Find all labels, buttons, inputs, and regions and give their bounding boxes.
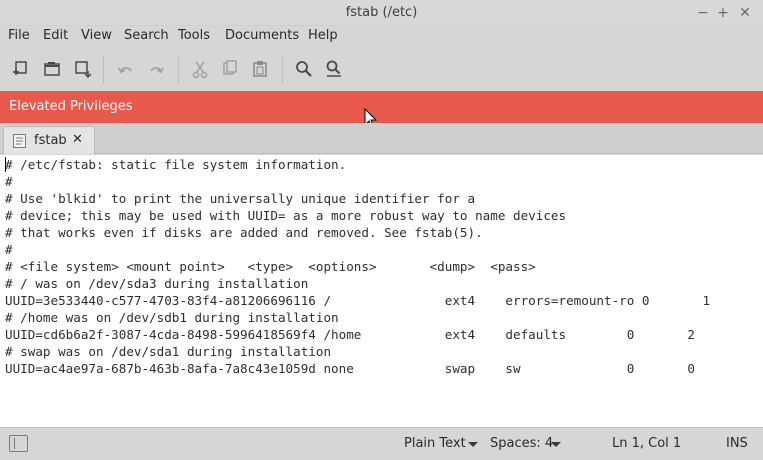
toolbar-separator (178, 56, 179, 84)
editor-line: UUID=cd6b6a2f-3087-4cda-8498-5996418569f… (5, 327, 695, 342)
text-editor[interactable]: # /etc/fstab: static file system informa… (0, 155, 763, 427)
tab-label: fstab (34, 133, 67, 148)
toolbar-separator (103, 56, 104, 84)
paste-icon[interactable] (249, 58, 271, 80)
menu-search[interactable]: Search (124, 28, 169, 43)
find-replace-icon[interactable] (323, 58, 345, 80)
toolbar-separator (282, 56, 283, 84)
title-bar: fstab (/etc) − + ✕ (0, 0, 763, 26)
cut-icon[interactable] (189, 58, 211, 80)
copy-icon[interactable] (219, 58, 241, 80)
menu-help[interactable]: Help (308, 28, 338, 43)
editor-line: # /etc/fstab: static file system informa… (5, 157, 347, 172)
tab-strip: fstab ✕ (0, 123, 763, 154)
menu-edit[interactable]: Edit (43, 28, 68, 43)
insert-mode-indicator: INS (726, 436, 748, 451)
tab-width-selector[interactable]: Spaces: 4 (490, 436, 553, 451)
maximize-button[interactable]: + (714, 4, 732, 22)
close-tab-icon[interactable]: ✕ (72, 132, 83, 147)
editor-line: # / was on /dev/sda3 during installation (5, 276, 309, 291)
cursor-position: Ln 1, Col 1 (612, 436, 682, 451)
text-document-icon (13, 134, 26, 148)
menu-bar: File Edit View Search Tools Documents He… (0, 26, 763, 48)
status-bar: Plain Text Spaces: 4 Ln 1, Col 1 INS (0, 427, 763, 460)
menu-tools[interactable]: Tools (178, 28, 210, 43)
editor-line: # <file system> <mount point> <type> <op… (5, 259, 536, 274)
find-icon[interactable] (293, 58, 315, 80)
editor-line: UUID=3e533440-c577-4703-83f4-a8120669611… (5, 293, 711, 308)
syntax-highlight-selector[interactable]: Plain Text (404, 436, 466, 451)
editor-line: # device; this may be used with UUID= as… (5, 208, 567, 223)
menu-documents[interactable]: Documents (225, 28, 299, 43)
editor-line: # /home was on /dev/sdb1 during installa… (5, 310, 339, 325)
editor-line: # that works even if disks are added and… (5, 225, 483, 240)
minimize-button[interactable]: − (694, 4, 712, 22)
side-panel-toggle-icon[interactable] (9, 435, 28, 452)
redo-icon[interactable] (145, 58, 167, 80)
chevron-down-icon[interactable] (551, 442, 561, 447)
editor-line: # swap was on /dev/sda1 during installat… (5, 344, 332, 359)
editor-line: # Use 'blkid' to print the universally u… (5, 191, 476, 206)
undo-icon[interactable] (115, 58, 137, 80)
banner-text: Elevated Privileges (9, 99, 133, 114)
new-document-icon[interactable] (10, 58, 32, 80)
editor-line: # (5, 174, 13, 189)
close-window-button[interactable]: ✕ (736, 4, 754, 22)
tab-fstab[interactable]: fstab ✕ (3, 126, 95, 154)
elevated-privileges-banner: Elevated Privileges (0, 91, 763, 123)
save-icon[interactable] (72, 58, 94, 80)
window-title: fstab (/etc) (345, 5, 418, 20)
menu-view[interactable]: View (81, 28, 112, 43)
toolbar (0, 50, 763, 90)
chevron-down-icon[interactable] (468, 442, 478, 447)
editor-line: UUID=ac4ae97a-687b-463b-8afa-7a8c43e1059… (5, 361, 695, 376)
menu-file[interactable]: File (8, 28, 30, 43)
open-folder-icon[interactable] (41, 58, 63, 80)
editor-line: # (5, 242, 13, 257)
